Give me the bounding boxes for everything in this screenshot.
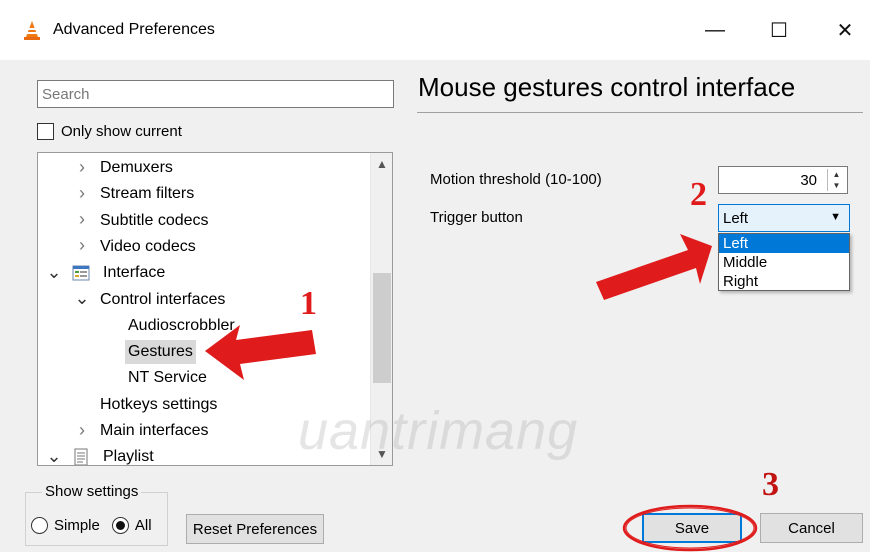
all-radio[interactable]	[111, 517, 129, 534]
scroll-down-icon[interactable]: ▼	[371, 443, 392, 465]
save-label: Save	[674, 519, 710, 537]
tree-item[interactable]: ⌄ Interface	[38, 260, 370, 286]
minimize-button[interactable]: —	[692, 12, 738, 48]
chevron-right-icon[interactable]: ›	[75, 157, 89, 177]
reset-preferences-button[interactable]: Reset Preferences	[186, 514, 324, 544]
panel-title: Mouse gestures control interface	[418, 72, 796, 102]
tree-item[interactable]: › Video codecs	[38, 234, 370, 260]
tree-item-label: Audioscrobbler	[128, 316, 235, 334]
tree-item-label: Gestures	[125, 340, 196, 365]
tree-item-label: Playlist	[103, 448, 154, 466]
tree-item[interactable]: ⌄ Control interfaces	[38, 287, 370, 313]
chevron-right-icon[interactable]: ›	[75, 420, 89, 440]
tree-item-label: Subtitle codecs	[100, 211, 209, 229]
tree-item[interactable]: NT Service	[38, 365, 370, 391]
motion-threshold-spinbox[interactable]: 30 ▲ ▼	[718, 166, 848, 194]
tree-item[interactable]: Hotkeys settings	[38, 392, 370, 418]
save-button[interactable]: Save	[642, 513, 742, 543]
vlc-cone-icon	[24, 21, 40, 40]
trigger-button-dropdown[interactable]: Left Middle Right	[718, 233, 850, 291]
only-show-current-label: Only show current	[61, 122, 182, 140]
reset-preferences-label: Reset Preferences	[192, 520, 318, 538]
tree-scrollbar[interactable]: ▲ ▼	[370, 153, 392, 465]
chevron-right-icon[interactable]: ›	[75, 183, 89, 203]
tree-item[interactable]: Audioscrobbler	[38, 313, 370, 339]
only-show-current-checkbox[interactable]: Only show current	[37, 121, 182, 141]
dropdown-option-right[interactable]: Right	[719, 272, 849, 291]
motion-threshold-value: 30	[800, 172, 817, 189]
search-input[interactable]	[42, 86, 389, 103]
tree-item-label: Control interfaces	[100, 290, 226, 308]
tree-item[interactable]: Gestures	[38, 339, 370, 365]
spin-up-icon[interactable]: ▲	[828, 169, 845, 180]
panel-divider	[417, 112, 863, 113]
spin-down-icon[interactable]: ▼	[828, 180, 845, 191]
chevron-right-icon[interactable]: ›	[75, 209, 89, 230]
tree-item-label: Stream filters	[100, 185, 195, 203]
tree-item[interactable]: ⌄ Playlist	[38, 444, 370, 466]
motion-threshold-label: Motion threshold (10-100)	[430, 171, 602, 188]
checkbox-box[interactable]	[37, 122, 54, 140]
simple-radio-label: Simple	[54, 517, 100, 534]
show-settings-radios: Simple All	[31, 517, 164, 534]
dropdown-option-left[interactable]: Left	[719, 234, 849, 253]
tree-item-label: NT Service	[128, 369, 207, 387]
tree-item-label: Demuxers	[100, 159, 173, 176]
show-settings-group: Show settings Simple All	[25, 483, 168, 546]
trigger-button-label: Trigger button	[430, 209, 523, 226]
playlist-icon	[74, 448, 88, 465]
spin-buttons[interactable]: ▲ ▼	[827, 169, 845, 191]
tree-item-label: Hotkeys settings	[100, 395, 218, 413]
search-box[interactable]	[37, 80, 394, 108]
cancel-button[interactable]: Cancel	[760, 513, 863, 543]
tree-item[interactable]: › Main interfaces	[38, 418, 370, 444]
all-radio-label: All	[134, 517, 152, 534]
maximize-button[interactable]: ☐	[756, 12, 802, 48]
trigger-button-value: Left	[723, 210, 749, 227]
simple-radio[interactable]	[31, 517, 48, 534]
window-title: Advanced Preferences	[53, 21, 215, 38]
tree-item[interactable]: › Demuxers	[38, 155, 370, 181]
chevron-right-icon[interactable]: ›	[75, 235, 89, 256]
scroll-thumb[interactable]	[373, 273, 391, 383]
tree-item-label: Main interfaces	[100, 422, 209, 439]
chevron-down-icon[interactable]: ⌄	[46, 262, 61, 282]
chevron-down-icon[interactable]: ⌄	[46, 446, 61, 465]
cancel-label: Cancel	[788, 519, 835, 537]
tree-item[interactable]: › Subtitle codecs	[38, 208, 370, 234]
tree-item-label: Video codecs	[100, 237, 196, 255]
preferences-tree[interactable]: › Demuxers › Stream filters › Subtitle codecs…	[37, 152, 393, 466]
trigger-button-combo[interactable]: Left ▼	[718, 204, 850, 232]
tree-item[interactable]: › Stream filters	[38, 181, 370, 207]
dropdown-arrow-icon[interactable]: ▼	[830, 211, 841, 223]
show-settings-legend: Show settings	[42, 483, 142, 500]
tree-item-label: Interface	[103, 264, 166, 282]
scroll-up-icon[interactable]: ▲	[371, 153, 392, 175]
dialog-body: Only show current › Demuxers › Stream filte…	[0, 60, 870, 552]
title-bar: Advanced Preferences — ☐ ✕	[0, 0, 870, 60]
dropdown-option-middle[interactable]: Middle	[719, 253, 849, 272]
interface-icon	[72, 265, 90, 281]
close-button[interactable]: ✕	[822, 12, 868, 48]
chevron-down-icon[interactable]: ⌄	[74, 288, 89, 309]
